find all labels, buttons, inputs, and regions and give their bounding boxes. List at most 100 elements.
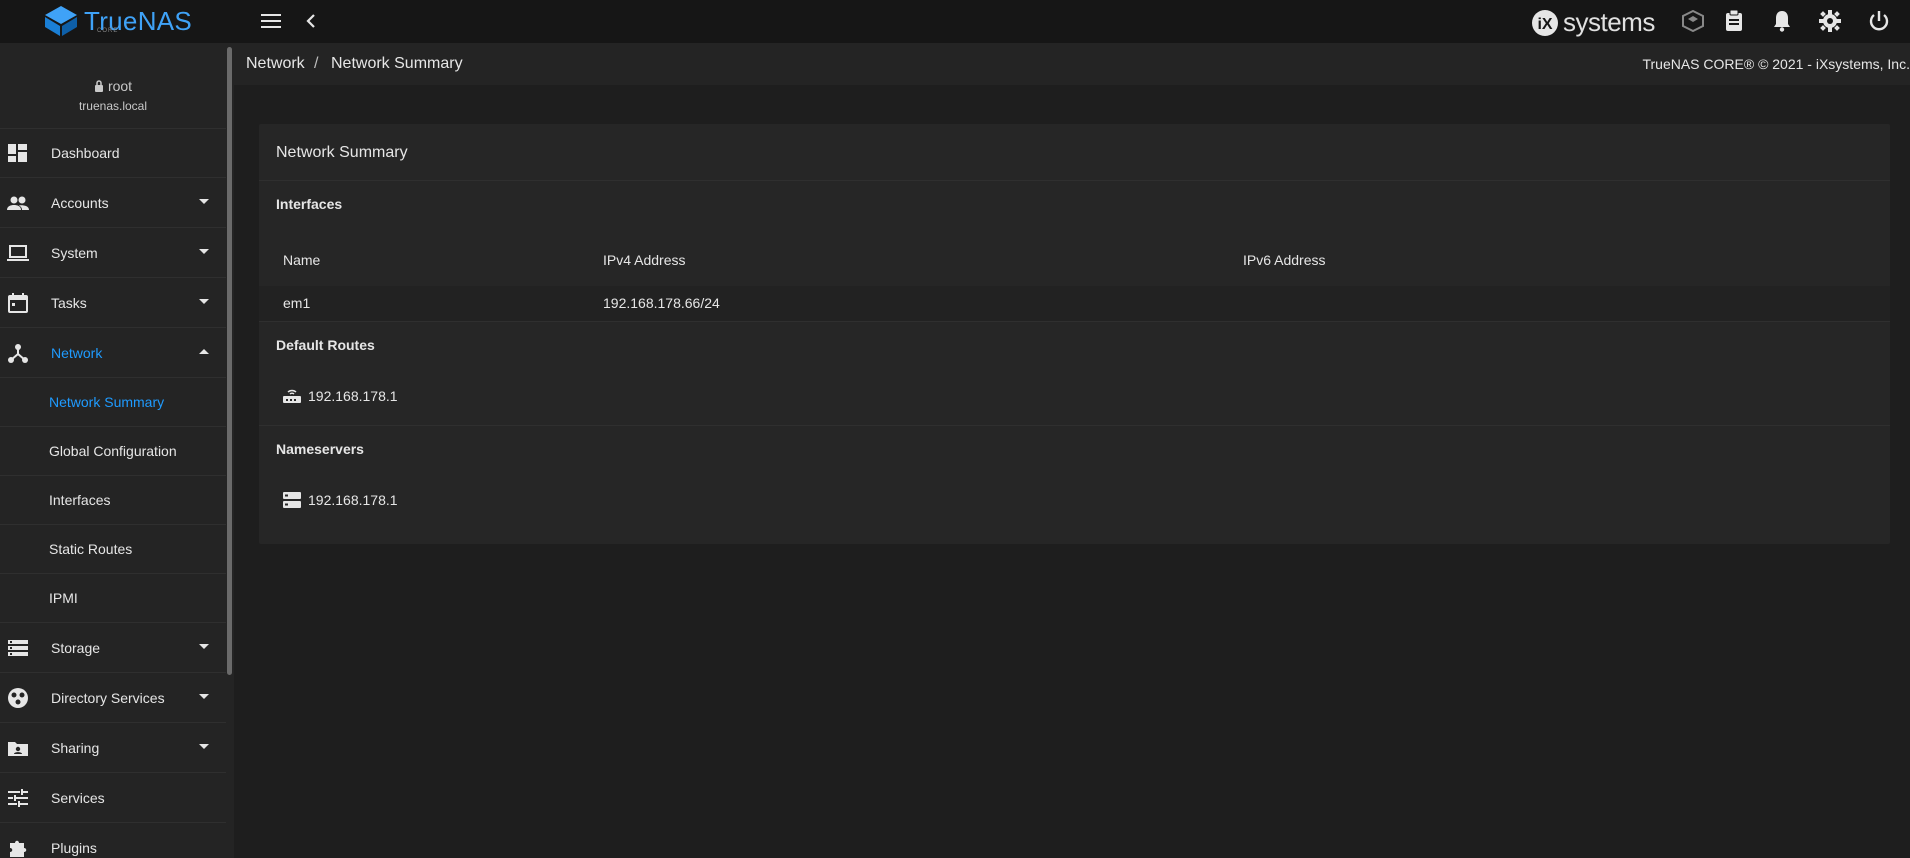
page-title: Network Summary — [276, 144, 408, 161]
truenas-logo-icon — [45, 6, 77, 36]
chevron-down-icon — [199, 694, 209, 699]
username: root — [107, 78, 133, 94]
ixsystems-text: systems — [1563, 7, 1655, 37]
gear-icon — [1819, 10, 1841, 32]
user-info: root truenas.local — [0, 43, 226, 129]
collapse-sidebar-button[interactable] — [298, 8, 324, 34]
sidebar-item-label: Sharing — [51, 740, 100, 756]
copyright-text: TrueNAS CORE® © 2021 - iXsystems, Inc. — [1642, 56, 1910, 72]
interface-name: em1 — [283, 295, 311, 311]
chevron-down-icon — [199, 199, 209, 204]
svg-text:iX: iX — [1537, 16, 1552, 33]
hostname: truenas.local — [78, 99, 148, 113]
dashboard-icon — [8, 144, 27, 162]
dns-server-icon — [283, 492, 301, 508]
breadcrumb: Network / Network Summary TrueNAS CORE® … — [234, 43, 1910, 85]
sidebar-subitem-interfaces[interactable]: Interfaces — [0, 476, 226, 525]
sidebar-subitem-label: Network Summary — [49, 394, 165, 410]
sidebar-item-tasks[interactable]: Tasks — [0, 279, 226, 328]
network-icon — [8, 344, 28, 363]
power-icon — [1869, 11, 1889, 31]
sidebar-subitem-global-configuration[interactable]: Global Configuration — [0, 427, 226, 476]
task-manager-button[interactable] — [1721, 8, 1747, 34]
puzzle-icon — [10, 840, 27, 857]
sidebar-item-label: Storage — [51, 640, 101, 656]
chevron-left-icon — [306, 14, 315, 28]
chevron-down-icon — [199, 299, 209, 304]
ix-logo-icon: iX — [1532, 9, 1558, 36]
default-route-address: 192.168.178.1 — [308, 388, 398, 404]
settings-button[interactable] — [1817, 8, 1843, 34]
directory-icon — [8, 688, 28, 708]
truecommand-icon — [1682, 10, 1704, 32]
top-toolbar: TrueNAS CORE iX systems — [0, 0, 1910, 43]
sidebar-subitem-label: Global Configuration — [49, 443, 177, 459]
chevron-down-icon — [199, 644, 209, 649]
sidebar-item-label: System — [51, 245, 98, 261]
sidebar-item-label: Dashboard — [51, 145, 120, 161]
sharing-icon — [8, 742, 28, 756]
breadcrumb-current: Network Summary — [331, 55, 463, 72]
column-header-name: Name — [283, 252, 321, 268]
sidebar-item-services[interactable]: Services — [0, 774, 226, 823]
hamburger-icon — [261, 14, 281, 28]
sidebar: root truenas.local Dashboard Accounts Sy… — [0, 43, 234, 858]
sidebar-item-system[interactable]: System — [0, 229, 226, 278]
chevron-down-icon — [199, 249, 209, 254]
user-name-row: root — [0, 78, 226, 94]
sidebar-subitem-label: Interfaces — [49, 492, 111, 508]
column-header-ipv4: IPv4 Address — [603, 252, 686, 268]
sidebar-item-label: Services — [51, 790, 105, 806]
table-row — [259, 286, 1890, 321]
menu-toggle-button[interactable] — [258, 8, 284, 34]
divider — [259, 180, 1890, 181]
breadcrumb-parent-link[interactable]: Network — [246, 55, 305, 73]
column-header-ipv6: IPv6 Address — [1243, 252, 1326, 268]
sidebar-subitem-ipmi[interactable]: IPMI — [0, 574, 226, 623]
calendar-icon — [8, 293, 28, 313]
interfaces-section-title: Interfaces — [276, 196, 343, 212]
sidebar-subitem-network-summary[interactable]: Network Summary — [0, 378, 226, 427]
ixsystems-logo[interactable]: iX systems — [1531, 7, 1655, 38]
divider — [259, 321, 1890, 322]
logo-subtext: CORE — [97, 28, 119, 34]
nameservers-section-title: Nameservers — [276, 441, 364, 457]
lock-icon — [94, 80, 103, 92]
power-button[interactable] — [1866, 8, 1892, 34]
sidebar-item-sharing[interactable]: Sharing — [0, 724, 226, 773]
divider — [259, 425, 1890, 426]
sidebar-subitem-label: Static Routes — [49, 541, 133, 557]
network-summary-card: Network Summary Interfaces Name IPv4 Add… — [259, 124, 1890, 544]
breadcrumb-separator: / — [314, 55, 319, 72]
sidebar-item-storage[interactable]: Storage — [0, 624, 226, 673]
sidebar-item-label: Plugins — [51, 840, 97, 856]
sidebar-scrollbar[interactable] — [227, 47, 232, 675]
chevron-down-icon — [199, 744, 209, 749]
interface-ipv4: 192.168.178.66/24 — [603, 295, 720, 311]
sidebar-item-network[interactable]: Network — [0, 329, 226, 378]
laptop-icon — [7, 245, 29, 261]
sidebar-subitem-static-routes[interactable]: Static Routes — [0, 525, 226, 574]
router-icon — [283, 389, 301, 403]
clipboard-icon — [1726, 10, 1742, 31]
chevron-up-icon — [199, 349, 209, 354]
default-routes-section-title: Default Routes — [276, 337, 375, 353]
sidebar-item-accounts[interactable]: Accounts — [0, 179, 226, 228]
accounts-icon — [7, 196, 29, 210]
storage-icon — [8, 640, 28, 656]
sidebar-subitem-label: IPMI — [49, 590, 78, 606]
nameserver-address: 192.168.178.1 — [308, 492, 398, 508]
sidebar-item-plugins[interactable]: Plugins — [0, 824, 226, 858]
alerts-button[interactable] — [1769, 8, 1795, 34]
bell-icon — [1774, 11, 1790, 32]
sidebar-item-directory-services[interactable]: Directory Services — [0, 674, 226, 723]
sidebar-item-label: Accounts — [51, 195, 109, 211]
default-route-entry: 192.168.178.1 — [282, 386, 398, 406]
tune-icon — [8, 789, 28, 807]
sidebar-item-label: Directory Services — [51, 690, 165, 706]
truecommand-button[interactable] — [1680, 8, 1706, 34]
sidebar-item-label: Tasks — [51, 295, 87, 311]
sidebar-item-dashboard[interactable]: Dashboard — [0, 129, 226, 178]
sidebar-item-label: Network — [51, 345, 103, 361]
nameserver-entry: 192.168.178.1 — [282, 490, 398, 510]
